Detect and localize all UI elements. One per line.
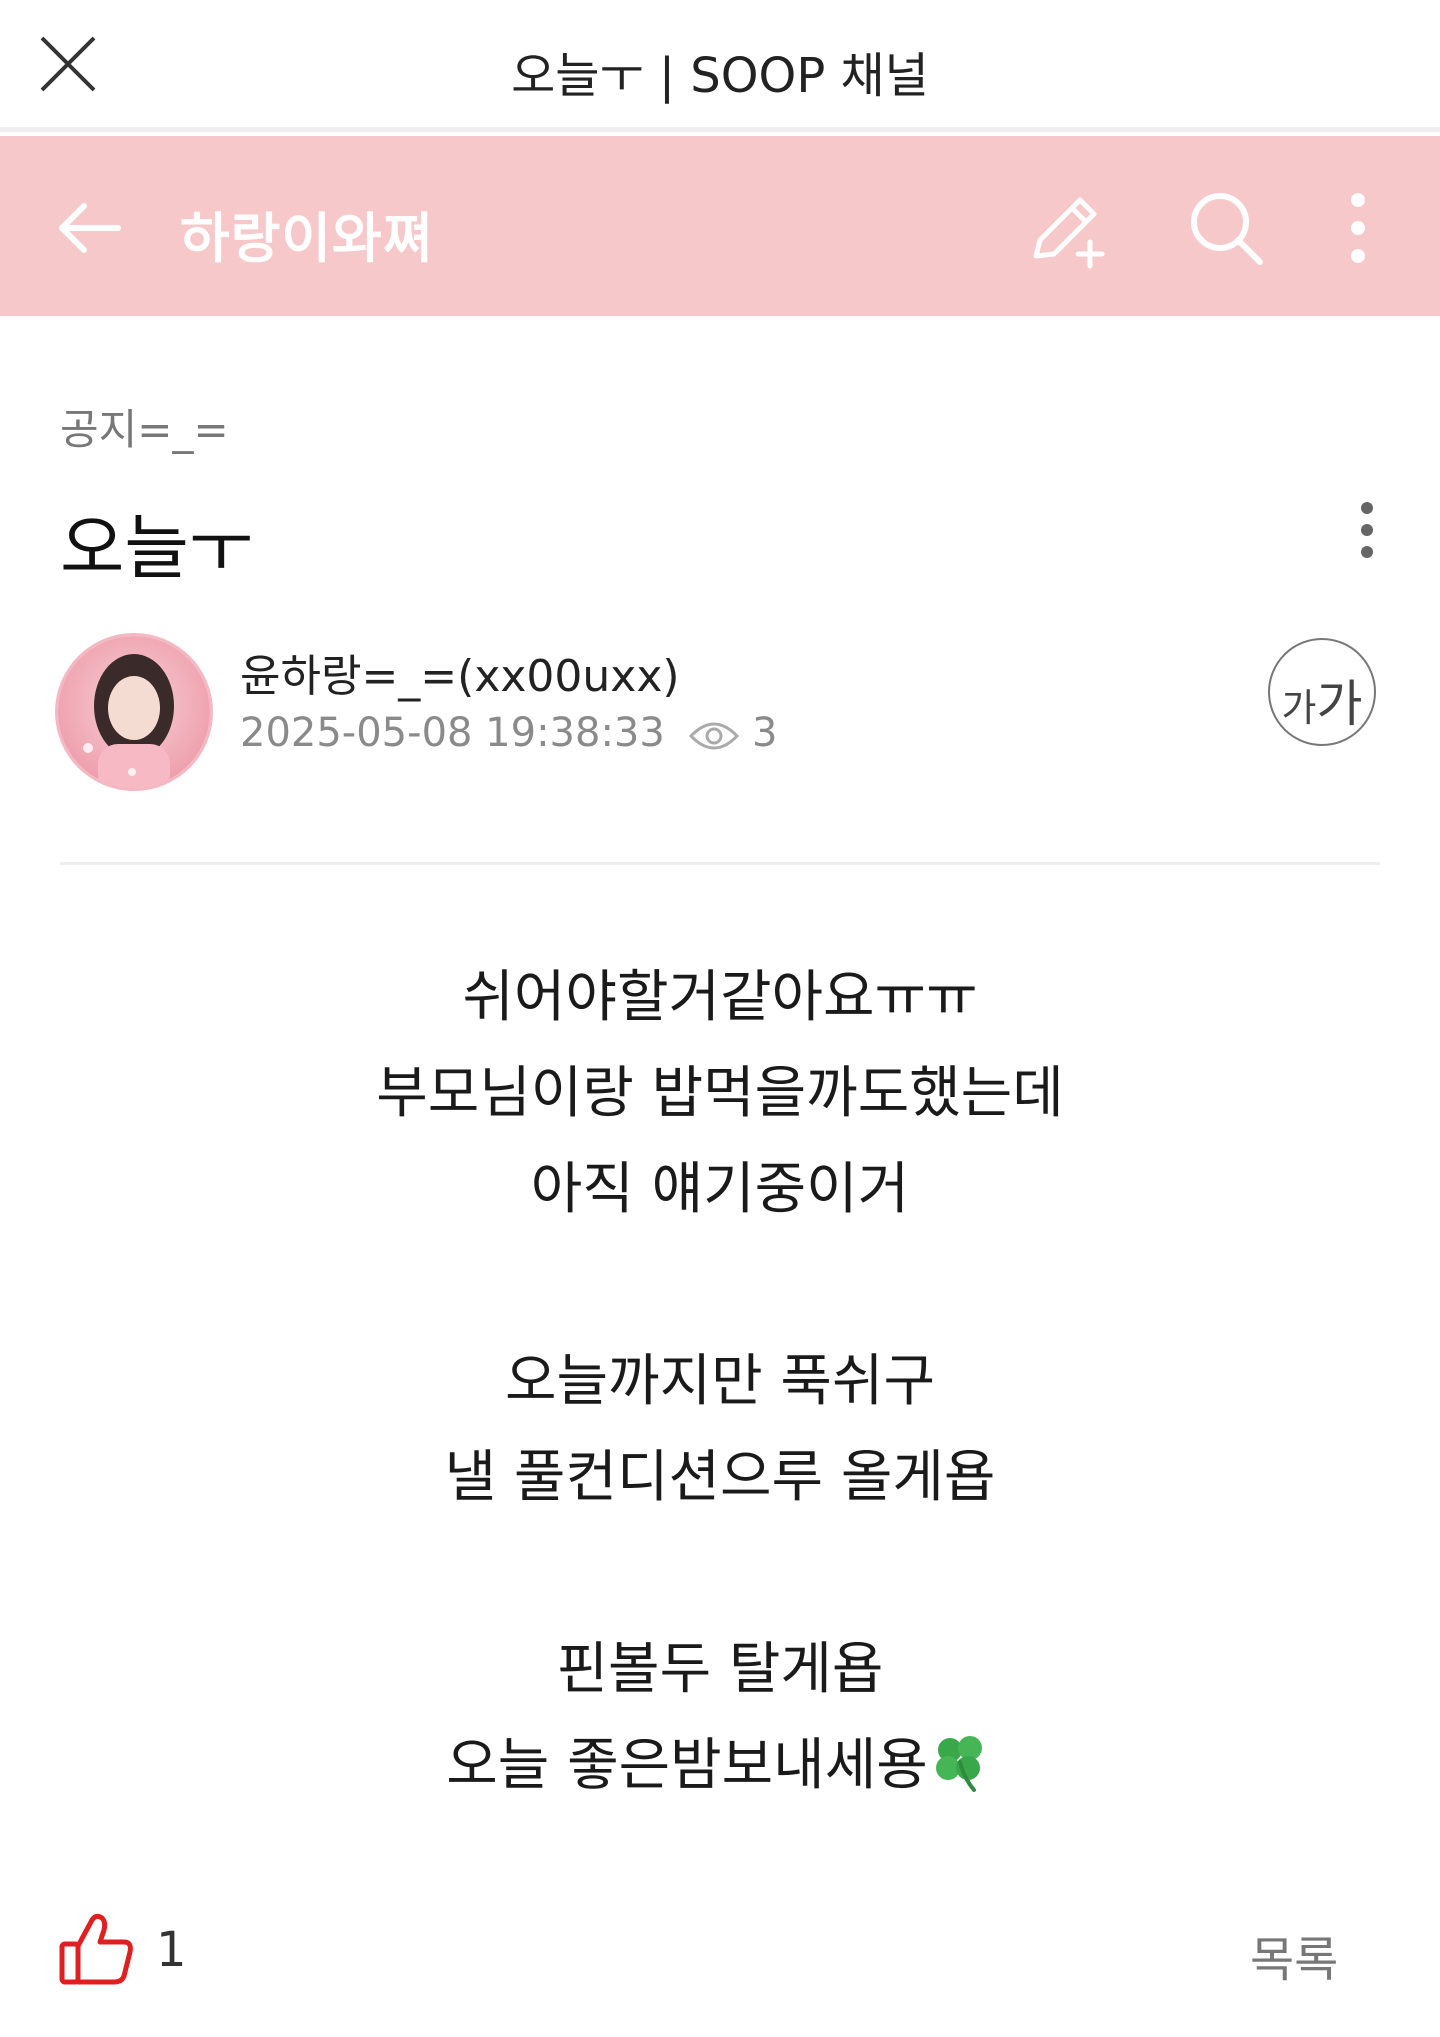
- body-line: 낼 풀컨디션으루 올게욥: [444, 1445, 996, 1510]
- body-line: 아직 얘기중이거: [530, 1157, 910, 1222]
- webview-top-bar: 오늘ㅜ | SOOP 채널: [0, 0, 1440, 132]
- channel-header: 하랑이와쪄: [0, 136, 1440, 316]
- author-name[interactable]: 윤하랑=_=(xx00uxx): [240, 640, 680, 704]
- body-line: 오늘까지만 푹쉬구: [505, 1349, 935, 1414]
- body-line: 핀볼두 탈게욥: [556, 1637, 884, 1702]
- font-size-large-label: 가: [1316, 675, 1363, 733]
- four-leaf-clover-icon: [935, 1736, 982, 1792]
- channel-name[interactable]: 하랑이와쪄: [180, 194, 433, 273]
- back-arrow-icon[interactable]: [54, 192, 126, 264]
- body-line-with-clover: 오늘 좋은밤보내세용: [0, 1720, 1440, 1801]
- post-category[interactable]: 공지=_=: [60, 396, 229, 457]
- post-page: 오늘ㅜ | SOOP 채널 하랑이와쪄 공지=_= 오늘ㅜ 윤하랑=_=(xx0…: [0, 0, 1440, 2037]
- body-line: 쉬어야할거같아요ㅠㅠ: [462, 965, 978, 1030]
- window-title: 오늘ㅜ | SOOP 채널: [511, 48, 929, 104]
- avatar-portrait-icon: [83, 654, 174, 788]
- font-size-button[interactable]: 가가: [1268, 638, 1376, 746]
- list-button[interactable]: 목록: [1250, 1920, 1338, 1990]
- body-line-text: 오늘 좋은밤보내세용: [446, 1733, 928, 1798]
- search-icon[interactable]: [1186, 188, 1266, 268]
- post-more-icon[interactable]: [1350, 500, 1384, 560]
- post-datetime: 2025-05-08 19:38:33: [240, 710, 665, 756]
- font-size-small-label: 가: [1281, 686, 1317, 730]
- post-title: 오늘ㅜ: [60, 507, 254, 589]
- more-options-icon[interactable]: [1336, 188, 1380, 268]
- body-line: 부모님이랑 밥먹을까도했는데: [376, 1061, 1064, 1126]
- like-count: 1: [156, 1922, 187, 1978]
- view-count: 3: [752, 710, 778, 756]
- header-divider: [60, 862, 1380, 865]
- write-post-icon[interactable]: [1024, 186, 1108, 270]
- eye-icon: [688, 722, 740, 750]
- like-thumbs-up-icon[interactable]: [58, 1912, 136, 1986]
- author-avatar[interactable]: [58, 636, 210, 788]
